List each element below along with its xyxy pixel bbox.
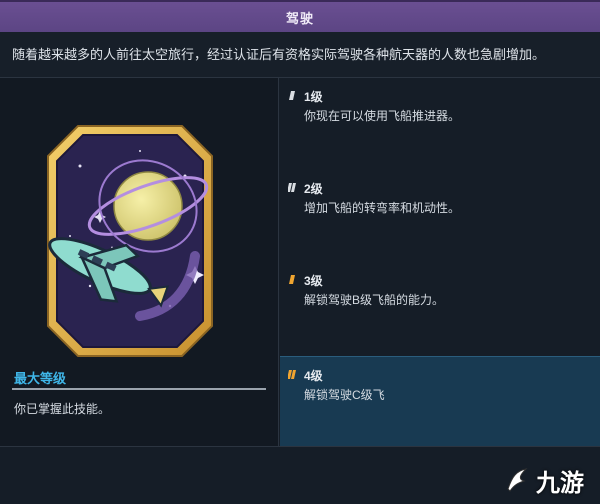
rank-4-name: 4级 bbox=[304, 369, 323, 383]
badge-panel: 最大等级 你已掌握此技能。 bbox=[0, 78, 279, 446]
skill-description-row: 随着越来越多的人前往太空旅行，经过认证后有资格实际驾驶各种航天器的人数也急剧增加… bbox=[0, 32, 600, 78]
site-watermark: 九游 bbox=[502, 462, 594, 498]
footer-bar: 九游 bbox=[0, 446, 600, 504]
skill-description: 随着越来越多的人前往太空旅行，经过认证后有资格实际驾驶各种航天器的人数也急剧增加… bbox=[12, 47, 546, 62]
rank-item-3[interactable]: 3级 解锁驾驶B级飞船的能力。 bbox=[280, 262, 600, 355]
max-rank-divider bbox=[12, 388, 266, 390]
skill-title: 驾驶 bbox=[285, 10, 314, 26]
rank-3-description: 解锁驾驶B级飞船的能力。 bbox=[304, 293, 445, 307]
rank-1-name: 1级 bbox=[304, 90, 323, 104]
max-rank-label: 最大等级 bbox=[14, 371, 67, 386]
rank-2-description: 增加飞船的转弯率和机动性。 bbox=[304, 201, 461, 215]
rank-item-1[interactable]: 1级 你现在可以使用飞船推进器。 bbox=[280, 78, 600, 170]
rank-2-name: 2级 bbox=[304, 182, 323, 196]
piloting-skill-badge-icon bbox=[47, 125, 213, 357]
title-bar: 驾驶 bbox=[0, 0, 600, 32]
rank-3-marker-icon bbox=[289, 275, 295, 284]
rank-4-marker-icon bbox=[288, 370, 296, 379]
max-rank-description: 你已掌握此技能。 bbox=[14, 402, 111, 416]
rank-item-2[interactable]: 2级 增加飞船的转弯率和机动性。 bbox=[280, 170, 600, 262]
skill-detail-panel: 驾驶 随着越来越多的人前往太空旅行，经过认证后有资格实际驾驶各种航天器的人数也急… bbox=[0, 0, 600, 504]
watermark-logo-icon bbox=[507, 468, 528, 492]
rank-3-name: 3级 bbox=[304, 274, 323, 288]
watermark-text: 九游 bbox=[536, 468, 584, 497]
rank-2-marker-icon bbox=[288, 183, 296, 192]
rank-1-marker-icon bbox=[289, 91, 295, 100]
rank-4-description: 解锁驾驶C级飞 bbox=[304, 388, 385, 402]
rank-1-description: 你现在可以使用飞船推进器。 bbox=[304, 109, 461, 123]
rank-item-4[interactable]: 4级 解锁驾驶C级飞 bbox=[280, 356, 600, 446]
rank-list: 1级 你现在可以使用飞船推进器。 2级 增加飞船的转弯率和机动性。 3级 解锁驾… bbox=[280, 78, 600, 446]
